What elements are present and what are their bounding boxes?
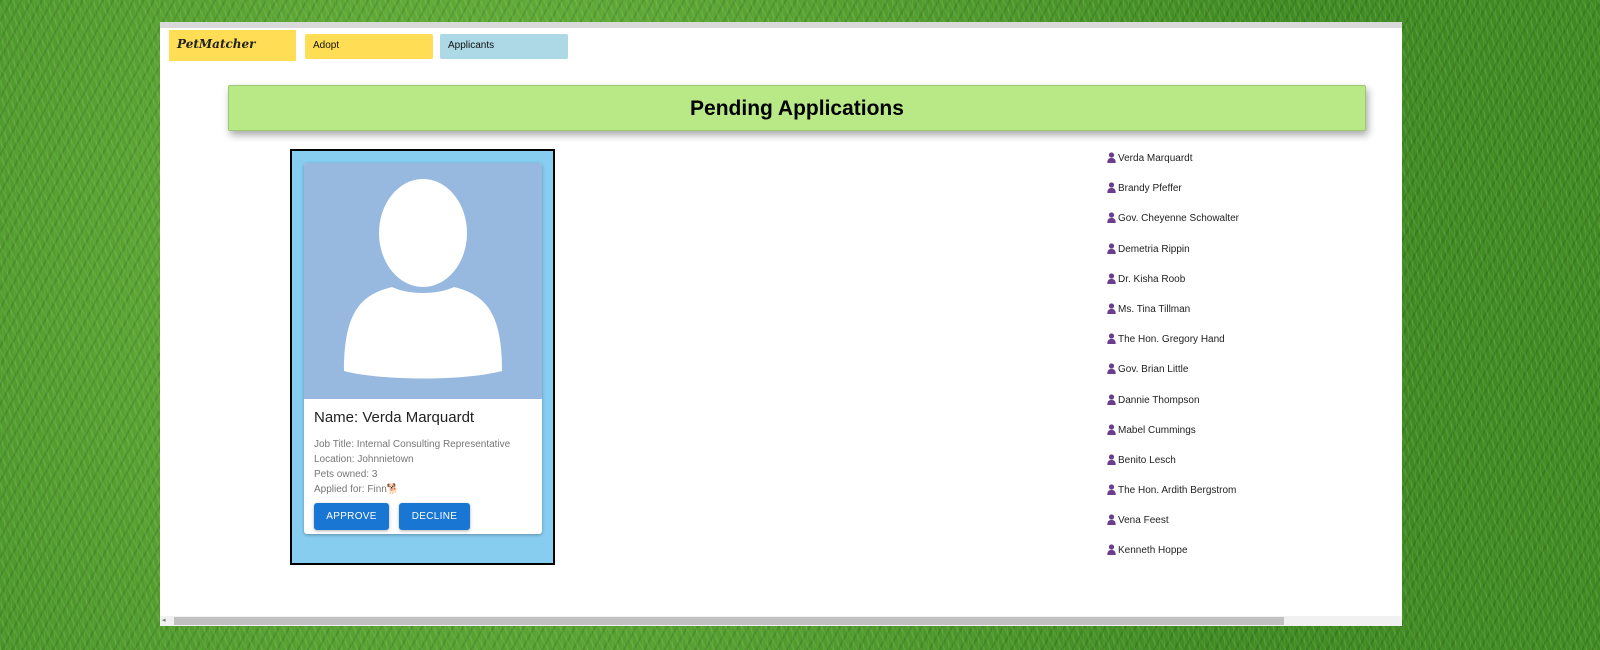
person-icon — [1107, 363, 1116, 375]
applicant-list-name: Verda Marquardt — [1118, 153, 1193, 164]
applicant-list-name: Gov. Brian Little — [1118, 364, 1189, 376]
arrow-left-icon[interactable]: ◂ — [162, 616, 166, 626]
applicant-list-name: Kenneth Hoppe — [1118, 545, 1188, 557]
person-icon — [1107, 212, 1116, 224]
applicant-job-title: Job Title: Internal Consulting Represent… — [314, 439, 511, 450]
applicant-list-name: The Hon. Gregory Hand — [1118, 334, 1225, 346]
list-item[interactable]: Dr. Kisha Roob — [1107, 273, 1239, 303]
applicant-applied-for: Applied for: Finn🐕 — [314, 484, 399, 495]
list-item[interactable]: Verda Marquardt — [1107, 152, 1239, 182]
applicant-list-name: Gov. Cheyenne Schowalter — [1118, 213, 1239, 225]
applicant-list-name: Dr. Kisha Roob — [1118, 273, 1186, 285]
person-icon — [1107, 393, 1116, 405]
list-item[interactable]: Brandy Pfeffer — [1107, 182, 1239, 212]
applicant-location: Location: Johnnietown — [314, 454, 414, 465]
list-item[interactable]: Demetria Rippin — [1107, 242, 1239, 273]
nav-applicants-button[interactable]: Applicants — [440, 34, 568, 59]
list-item[interactable]: Benito Lesch — [1107, 454, 1239, 484]
person-icon — [1107, 514, 1116, 526]
list-item[interactable]: Ms. Tina Tillman — [1107, 303, 1239, 333]
list-item[interactable]: Mabel Cummings — [1107, 424, 1239, 454]
applicant-list-name: Brandy Pfeffer — [1118, 183, 1182, 195]
applicant-list-name: Ms. Tina Tillman — [1118, 303, 1191, 315]
nav-adopt-button[interactable]: Adopt — [305, 34, 433, 59]
horizontal-scrollbar[interactable]: ◂ — [160, 616, 1402, 626]
person-icon — [1107, 484, 1116, 496]
applicant-card: Name: Verda Marquardt Job Title: Interna… — [304, 163, 542, 534]
person-icon — [1107, 424, 1116, 435]
applicant-list-name: The Hon. Ardith Bergstrom — [1118, 485, 1237, 497]
approve-button[interactable]: APPROVE — [314, 503, 389, 530]
applicant-list-name: Benito Lesch — [1118, 454, 1176, 466]
applicant-list-name: Vena Feest — [1118, 515, 1169, 527]
person-icon — [1107, 454, 1116, 465]
browser-window: PetMatcher Adopt Applicants Pending Appl… — [160, 22, 1402, 626]
person-icon — [1107, 242, 1116, 254]
person-icon — [1107, 303, 1116, 314]
applicant-card-frame: Name: Verda Marquardt Job Title: Interna… — [290, 149, 555, 565]
top-nav: PetMatcher Adopt Applicants — [160, 28, 1402, 68]
person-silhouette-icon — [344, 179, 502, 379]
list-item[interactable]: Dannie Thompson — [1107, 393, 1239, 424]
list-item[interactable]: Gov. Cheyenne Schowalter — [1107, 212, 1239, 242]
person-icon — [1107, 152, 1116, 163]
person-icon — [1107, 182, 1116, 194]
list-item[interactable]: The Hon. Ardith Bergstrom — [1107, 484, 1239, 514]
page-title: Pending Applications — [228, 85, 1366, 131]
applied-for-text: Applied for: Finn — [314, 484, 387, 495]
applicant-pets-owned: Pets owned: 3 — [314, 469, 378, 480]
applicant-name: Name: Verda Marquardt — [314, 409, 475, 426]
dog-icon: 🐕 — [386, 484, 400, 495]
list-item[interactable]: Kenneth Hoppe — [1107, 544, 1239, 574]
person-icon — [1107, 333, 1116, 345]
applicant-list: Verda Marquardt Brandy Pfeffer Gov. Cheyen… — [1107, 152, 1239, 575]
applicant-list-name: Demetria Rippin — [1118, 243, 1190, 255]
brand-logo[interactable]: PetMatcher — [169, 30, 296, 61]
avatar — [304, 163, 542, 399]
person-icon — [1107, 273, 1116, 284]
applicant-list-name: Dannie Thompson — [1118, 394, 1200, 406]
applicant-list-name: Mabel Cummings — [1118, 424, 1196, 436]
list-item[interactable]: Vena Feest — [1107, 514, 1239, 544]
list-item[interactable]: Gov. Brian Little — [1107, 363, 1239, 393]
list-item[interactable]: The Hon. Gregory Hand — [1107, 333, 1239, 363]
decline-button[interactable]: DECLINE — [399, 503, 470, 530]
scrollbar-thumb[interactable] — [174, 617, 1284, 625]
person-icon — [1107, 544, 1116, 556]
